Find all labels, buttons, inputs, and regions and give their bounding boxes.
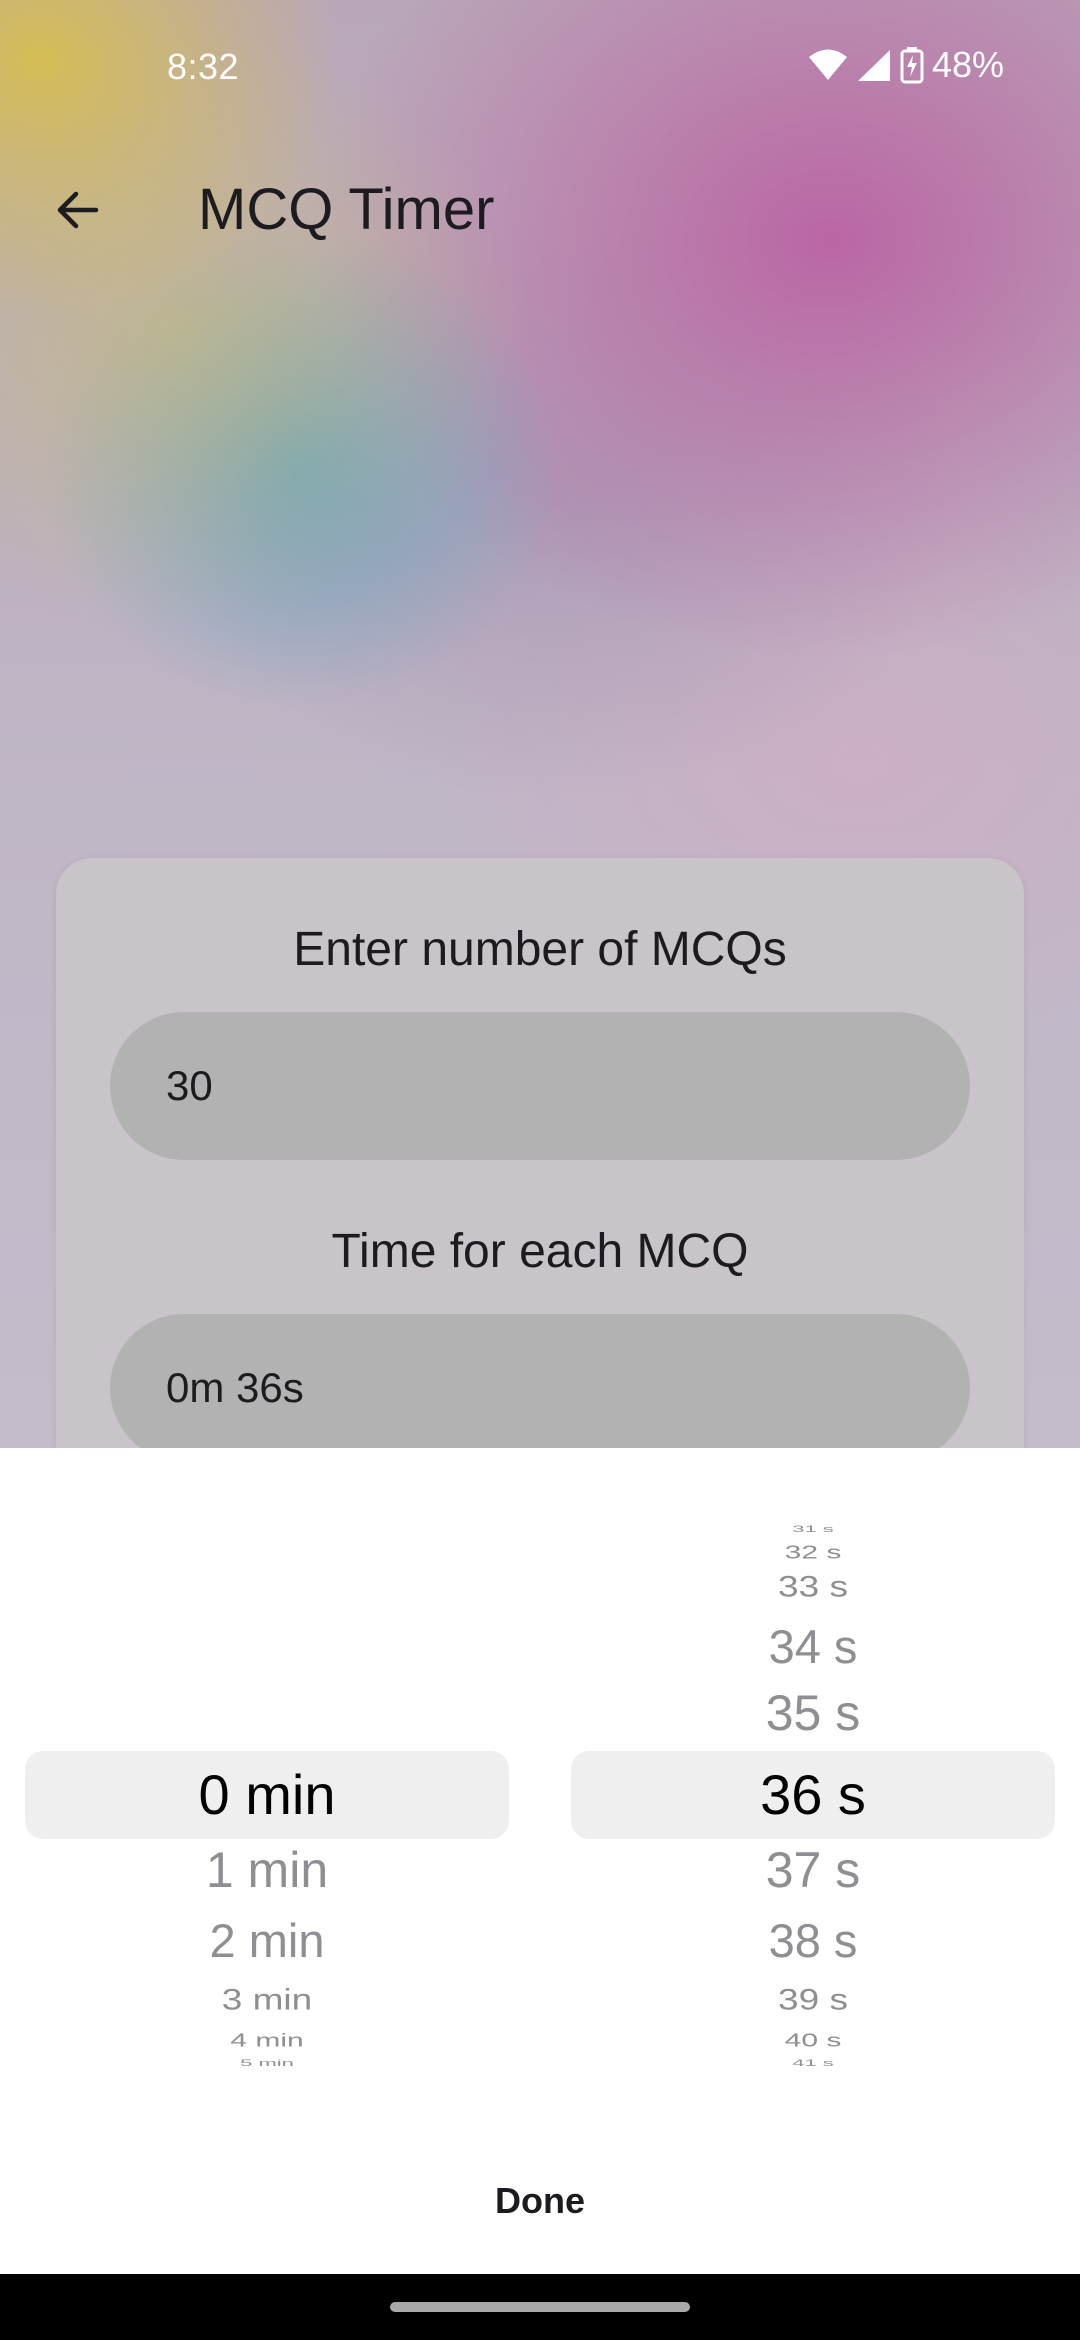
status-icons: 48% xyxy=(808,44,1004,86)
seconds-option[interactable]: 40 s xyxy=(571,2032,1055,2050)
seconds-option-selected[interactable]: 36 s xyxy=(571,1767,1055,1823)
time-picker-sheet: 0 min 1 min 2 min 3 min 4 min 5 min 31 s… xyxy=(0,1448,1080,2274)
minutes-option[interactable]: 3 min xyxy=(25,1985,509,2015)
battery-charging-icon xyxy=(900,47,924,84)
status-time: 8:32 xyxy=(167,46,240,87)
navigation-bar xyxy=(0,2274,1080,2340)
page-title: MCQ Timer xyxy=(198,177,495,242)
seconds-option[interactable]: 31 s xyxy=(571,1524,1055,1534)
minutes-option-selected[interactable]: 0 min xyxy=(25,1767,509,1823)
wifi-icon xyxy=(808,49,847,80)
seconds-option[interactable]: 32 s xyxy=(571,1544,1055,1562)
minutes-option[interactable]: 1 min xyxy=(25,1845,509,1895)
arrow-back-icon xyxy=(57,191,99,229)
seconds-wheel[interactable]: 31 s 32 s 33 s 34 s 35 s 36 s 37 s 38 s … xyxy=(571,1448,1055,2068)
battery-percent: 48% xyxy=(931,44,1004,85)
seconds-option[interactable]: 34 s xyxy=(571,1623,1055,1670)
seconds-option[interactable]: 33 s xyxy=(571,1572,1055,1602)
minutes-wheel[interactable]: 0 min 1 min 2 min 3 min 4 min 5 min xyxy=(25,1448,509,2068)
screen: 8:32 48% MCQ Timer Enter number of MCQs … xyxy=(0,0,1080,2340)
minutes-option[interactable]: 4 min xyxy=(25,2032,509,2050)
seconds-option[interactable]: 41 s xyxy=(571,2058,1055,2068)
mcq-count-input[interactable]: 30 xyxy=(110,1012,970,1160)
time-per-mcq-label: Time for each MCQ xyxy=(331,1225,749,1278)
minutes-option[interactable]: 2 min xyxy=(25,1917,509,1964)
mcq-count-label: Enter number of MCQs xyxy=(293,923,787,976)
seconds-option[interactable]: 38 s xyxy=(571,1917,1055,1964)
signal-icon xyxy=(857,50,890,81)
back-button[interactable] xyxy=(38,170,118,250)
time-per-mcq-field[interactable]: 0m 36s xyxy=(110,1314,970,1462)
seconds-option[interactable]: 37 s xyxy=(571,1845,1055,1895)
home-gesture-handle[interactable] xyxy=(390,2302,690,2312)
minutes-option[interactable]: 5 min xyxy=(25,2058,509,2068)
seconds-option[interactable]: 35 s xyxy=(571,1688,1055,1738)
seconds-option[interactable]: 39 s xyxy=(571,1985,1055,2015)
done-button[interactable]: Done xyxy=(440,2166,640,2236)
